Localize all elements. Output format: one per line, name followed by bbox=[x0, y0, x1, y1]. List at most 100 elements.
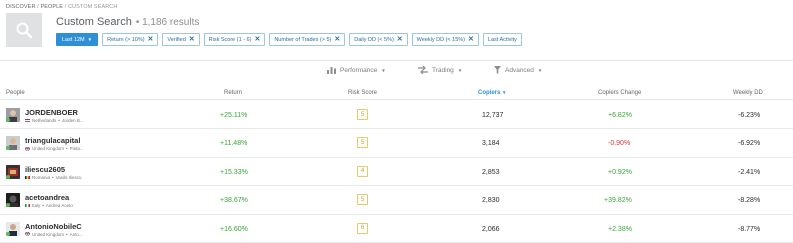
filter-chip-risk-score[interactable]: Risk Score (1 - 6) ✕ bbox=[203, 33, 266, 46]
sort-desc-icon: ▼ bbox=[502, 90, 507, 95]
avatar[interactable] bbox=[6, 108, 20, 122]
results-count: • 1,186 results bbox=[135, 17, 200, 28]
close-icon[interactable]: ✕ bbox=[189, 36, 195, 43]
performance-dropdown[interactable]: Performance ▼ bbox=[327, 66, 386, 74]
weekly-dd-value: -8.77% bbox=[738, 225, 761, 233]
weekly-dd-value: -6.92% bbox=[738, 140, 761, 148]
copiers-change-value: +39.82% bbox=[604, 197, 632, 205]
breadcrumb-people[interactable]: PEOPLE bbox=[40, 4, 63, 10]
trader-country: Italy bbox=[32, 203, 41, 209]
trader-fullname: Anto... bbox=[69, 231, 83, 237]
table-row[interactable]: AntonioNobileC United Kingdom • Anto... … bbox=[0, 215, 793, 243]
filter-chip-label: Number of Trades (> 5) bbox=[274, 36, 332, 43]
breadcrumb-discover[interactable]: DISCOVER bbox=[6, 4, 36, 10]
avatar[interactable] bbox=[6, 193, 20, 208]
separator: • bbox=[66, 231, 68, 237]
chevron-down-icon: ▼ bbox=[457, 67, 463, 73]
return-value: +25.11% bbox=[220, 112, 248, 119]
performance-label: Performance bbox=[340, 66, 378, 74]
return-value: +16.60% bbox=[220, 225, 248, 233]
traders-table: JORDENBOER Netherlands • Jorden B... +25… bbox=[0, 101, 793, 243]
trading-dropdown[interactable]: Trading ▼ bbox=[418, 66, 462, 74]
column-header-weekly-dd[interactable]: Weekly DD bbox=[733, 90, 763, 96]
online-status-icon bbox=[6, 118, 10, 122]
divider bbox=[0, 60, 793, 61]
copiers-change-value: +2.38% bbox=[608, 225, 632, 233]
avatar[interactable] bbox=[6, 221, 20, 236]
page-title: Custom Search bbox=[56, 16, 132, 28]
period-label: Last 12M bbox=[62, 36, 85, 43]
column-header-people[interactable]: People bbox=[6, 90, 25, 96]
search-banner bbox=[6, 13, 42, 47]
trader-username[interactable]: iliescu2605 bbox=[25, 165, 65, 174]
column-header-risk-score[interactable]: Risk Score bbox=[348, 90, 377, 96]
weekly-dd-value: -2.41% bbox=[738, 168, 761, 176]
copiers-change-value: +6.82% bbox=[608, 112, 632, 119]
close-icon[interactable]: ✕ bbox=[397, 36, 403, 43]
table-row[interactable]: acetoandrea Italy • Andrea Aceto +38.67%… bbox=[0, 186, 793, 215]
chevron-down-icon: ▼ bbox=[381, 67, 386, 73]
weekly-dd-value: -6.23% bbox=[738, 112, 761, 119]
trader-country: United Kingdom bbox=[32, 231, 65, 237]
trader-details: Romania • Vasile Iliescu bbox=[25, 175, 82, 180]
column-header-copiers[interactable]: Copiers ▼ bbox=[478, 90, 506, 96]
trader-username[interactable]: JORDENBOER bbox=[25, 108, 78, 117]
trading-label: Trading bbox=[432, 66, 454, 74]
weekly-dd-value: -8.28% bbox=[738, 197, 761, 205]
risk-score-badge: 5 bbox=[357, 194, 368, 206]
trader-details: United Kingdom • Anto... bbox=[25, 232, 83, 237]
copiers-change-value: +0.92% bbox=[608, 168, 632, 176]
filter-chip-verified[interactable]: Verified ✕ bbox=[162, 33, 200, 46]
trader-country: United Kingdom bbox=[32, 146, 65, 152]
column-header-copiers-change[interactable]: Copiers Change bbox=[598, 90, 641, 96]
filter-chip-return[interactable]: Return (> 10%) ✕ bbox=[102, 33, 159, 46]
filter-icon bbox=[494, 66, 501, 74]
close-icon[interactable]: ✕ bbox=[468, 36, 474, 43]
filter-chip-label: Verified bbox=[167, 36, 186, 43]
table-row[interactable]: triangulacapital United Kingdom • Pieta.… bbox=[0, 129, 793, 158]
chevron-down-icon: ▼ bbox=[537, 67, 543, 73]
period-dropdown[interactable]: Last 12M ▼ bbox=[56, 33, 99, 46]
search-icon bbox=[16, 22, 33, 39]
copiers-value: 2,853 bbox=[482, 168, 500, 176]
trader-fullname: Andrea Aceto bbox=[45, 203, 73, 209]
filter-chip-daily-dd[interactable]: Daily DD (< 5%) ✕ bbox=[349, 33, 408, 46]
return-value: +38.67% bbox=[220, 197, 248, 205]
close-icon[interactable]: ✕ bbox=[254, 36, 260, 43]
close-icon[interactable]: ✕ bbox=[148, 36, 154, 43]
filter-chip-label: Last Activity bbox=[487, 36, 517, 43]
filter-chip-number-of-trades[interactable]: Number of Trades (> 5) ✕ bbox=[269, 33, 346, 46]
close-icon[interactable]: ✕ bbox=[334, 36, 340, 43]
online-status-icon bbox=[6, 174, 10, 179]
table-header: People Return Risk Score Copiers ▼ Copie… bbox=[0, 88, 793, 100]
trader-fullname: Pieta... bbox=[69, 146, 84, 152]
filter-chip-label: Weekly DD (< 15%) bbox=[416, 36, 466, 43]
uk-flag-icon bbox=[25, 147, 30, 151]
filter-chip-weekly-dd[interactable]: Weekly DD (< 15%) ✕ bbox=[411, 33, 479, 46]
filter-chip-label: Return (> 10%) bbox=[107, 36, 145, 43]
column-header-return[interactable]: Return bbox=[224, 90, 242, 96]
filter-chip-last-activity[interactable]: Last Activity bbox=[482, 33, 522, 46]
trader-username[interactable]: acetoandrea bbox=[25, 193, 69, 202]
table-row[interactable]: JORDENBOER Netherlands • Jorden B... +25… bbox=[0, 101, 793, 130]
trader-username[interactable]: AntonioNobileC bbox=[25, 222, 82, 231]
avatar[interactable] bbox=[6, 164, 20, 179]
risk-score-badge: 5 bbox=[357, 109, 368, 120]
page-title-row: Custom Search • 1,186 results bbox=[56, 16, 199, 28]
copiers-value: 2,066 bbox=[482, 225, 500, 233]
avatar[interactable] bbox=[6, 136, 20, 151]
chevron-down-icon: ▼ bbox=[87, 37, 93, 42]
risk-score-badge: 4 bbox=[357, 165, 368, 177]
breadcrumb: DISCOVER / PEOPLE / CUSTOM SEARCH bbox=[6, 4, 117, 10]
advanced-dropdown[interactable]: Advanced ▼ bbox=[494, 66, 542, 74]
netherlands-flag-icon bbox=[25, 118, 30, 123]
column-group-toolbar: Performance ▼ Trading ▼ Advanced ▼ bbox=[0, 66, 793, 80]
swap-arrows-icon bbox=[418, 66, 428, 74]
uk-flag-icon bbox=[25, 232, 30, 236]
trader-username[interactable]: triangulacapital bbox=[25, 136, 80, 145]
table-row[interactable]: iliescu2605 Romania • Vasile Iliescu +15… bbox=[0, 158, 793, 187]
return-value: +15.33% bbox=[220, 168, 248, 176]
filter-bar: Last 12M ▼ Return (> 10%) ✕ Verified ✕ Ris… bbox=[56, 33, 522, 46]
filter-chip-label: Risk Score (1 - 6) bbox=[208, 36, 252, 43]
filter-chip-label: Daily DD (< 5%) bbox=[354, 36, 394, 43]
